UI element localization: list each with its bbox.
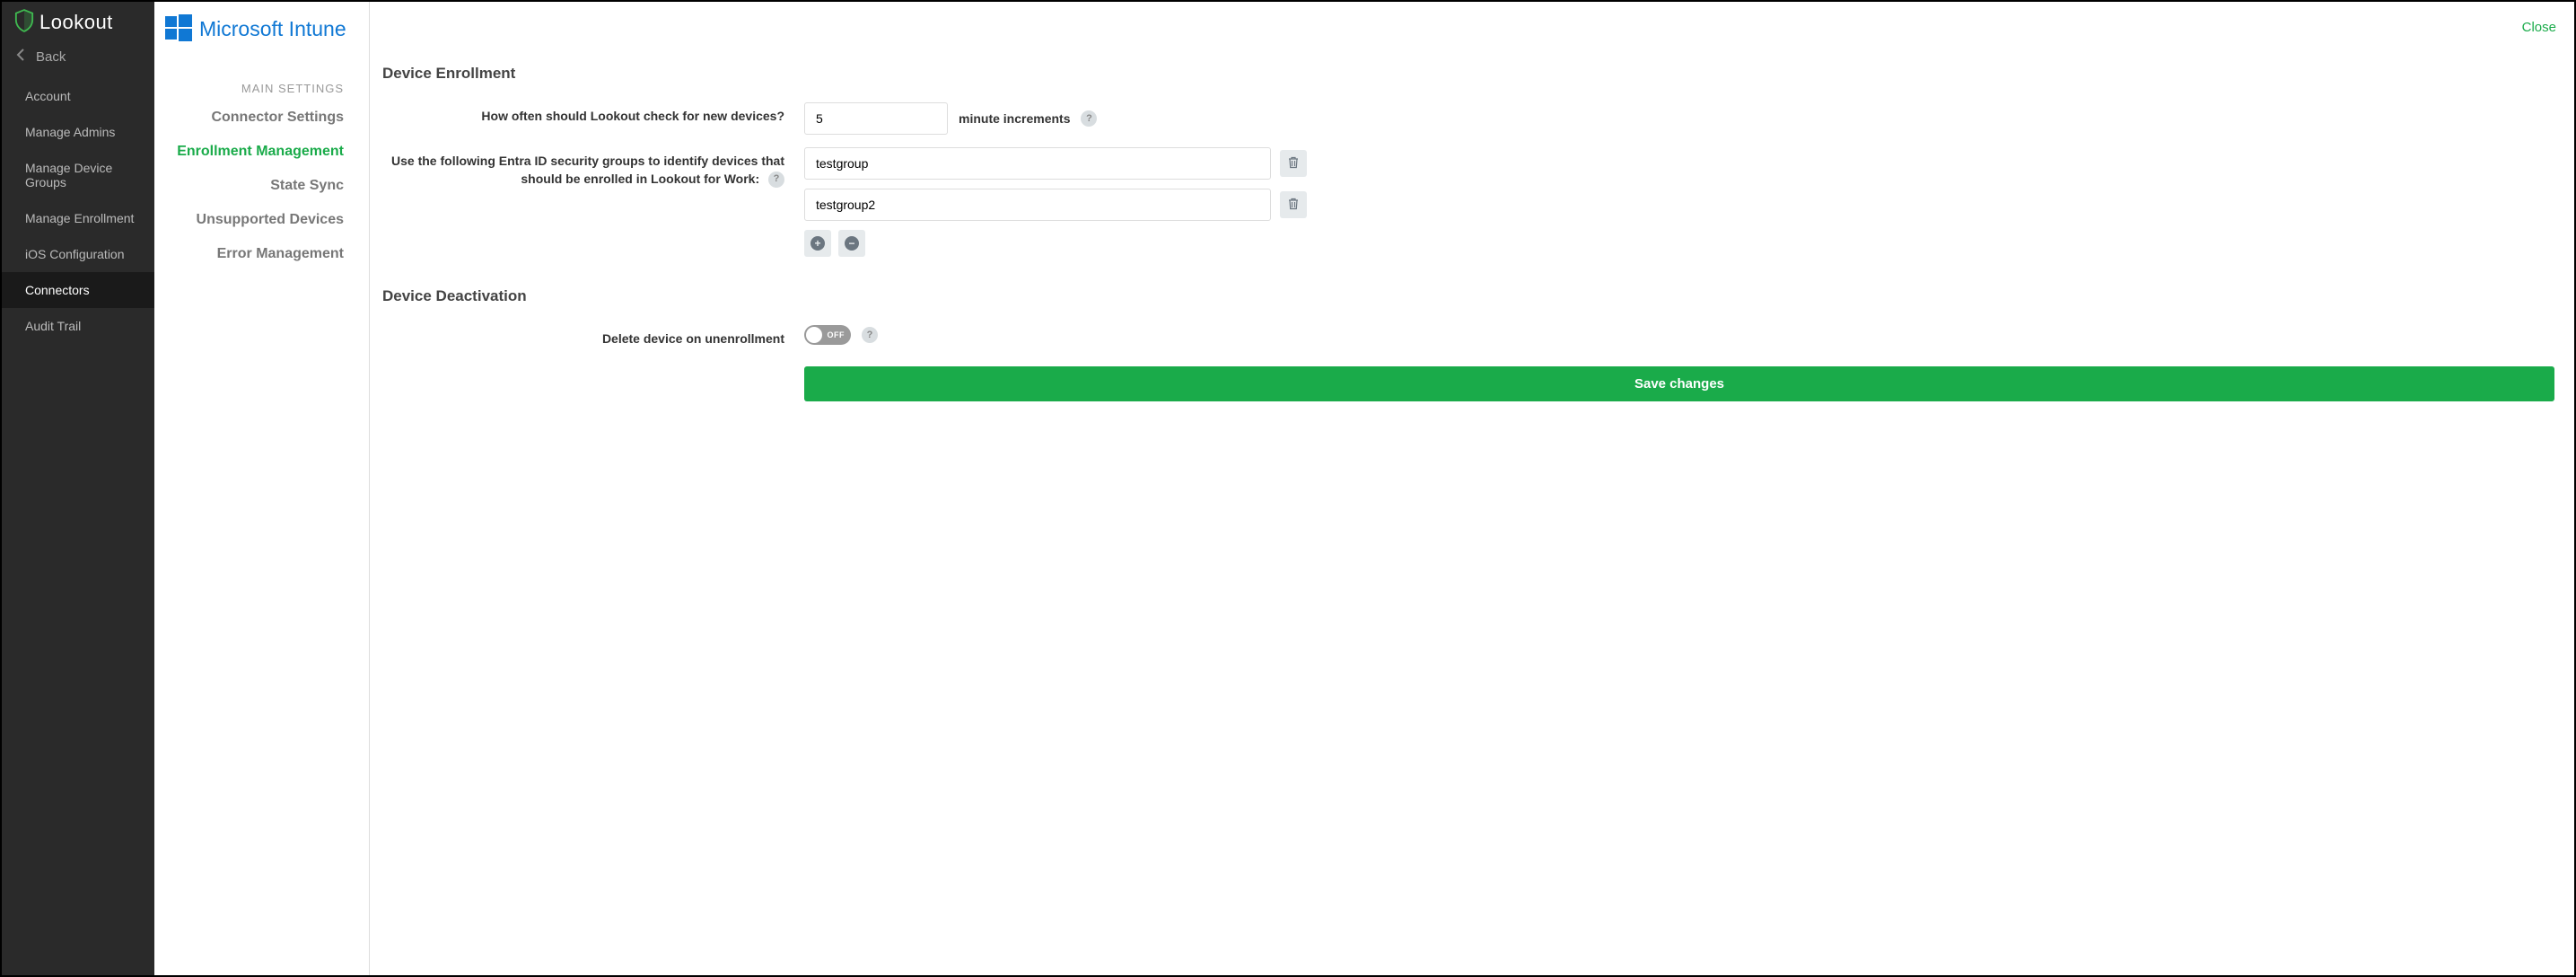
sidebar-item-manage-device-groups[interactable]: Manage Device Groups <box>2 150 154 200</box>
windows-icon <box>163 13 194 46</box>
security-groups-label: Use the following Entra ID security grou… <box>382 147 804 188</box>
secondary-item-label: State Sync <box>270 178 344 193</box>
secondary-item-label: Error Management <box>217 246 344 261</box>
save-changes-button[interactable]: Save changes <box>804 366 2554 401</box>
remove-group-button[interactable]: − <box>838 230 865 257</box>
back-button[interactable]: Back <box>2 39 154 78</box>
sidebar-item-account[interactable]: Account <box>2 78 154 114</box>
connector-title: Microsoft Intune <box>199 17 346 41</box>
close-button[interactable]: Close <box>2522 20 2556 35</box>
sidebar: Lookout Back Account Manage Admins Manag… <box>2 2 154 975</box>
check-interval-suffix: minute increments <box>959 111 1070 126</box>
sidebar-item-label: Manage Admins <box>25 125 115 139</box>
lookout-shield-icon <box>14 9 34 35</box>
sidebar-item-audit-trail[interactable]: Audit Trail <box>2 308 154 344</box>
security-group-row <box>804 189 2554 221</box>
back-label: Back <box>36 49 66 65</box>
help-icon[interactable]: ? <box>862 327 878 343</box>
add-group-button[interactable]: + <box>804 230 831 257</box>
secondary-item-unsupported-devices[interactable]: Unsupported Devices <box>154 203 369 237</box>
sidebar-item-label: Connectors <box>25 283 90 297</box>
sidebar-item-manage-enrollment[interactable]: Manage Enrollment <box>2 200 154 236</box>
sidebar-item-ios-configuration[interactable]: iOS Configuration <box>2 236 154 272</box>
secondary-item-label: Enrollment Management <box>177 144 344 159</box>
sidebar-item-manage-admins[interactable]: Manage Admins <box>2 114 154 150</box>
trash-icon <box>1287 156 1300 172</box>
check-interval-input[interactable] <box>804 102 948 135</box>
brand-name: Lookout <box>39 11 113 34</box>
secondary-item-error-management[interactable]: Error Management <box>154 237 369 271</box>
connector-header: Microsoft Intune <box>154 7 369 55</box>
security-group-input[interactable] <box>804 189 1271 221</box>
sidebar-item-label: Audit Trail <box>25 319 81 333</box>
sidebar-item-connectors[interactable]: Connectors <box>2 272 154 308</box>
help-icon[interactable]: ? <box>1081 110 1097 127</box>
secondary-item-state-sync[interactable]: State Sync <box>154 169 369 203</box>
check-interval-label: How often should Lookout check for new d… <box>382 102 804 126</box>
main-content: Close Device Enrollment How often should… <box>370 2 2574 975</box>
sidebar-item-label: Account <box>25 89 71 103</box>
security-group-row <box>804 147 2554 180</box>
sidebar-item-label: Manage Device Groups <box>25 161 112 189</box>
sidebar-item-label: Manage Enrollment <box>25 211 134 225</box>
minus-icon: − <box>845 236 859 251</box>
secondary-item-label: Unsupported Devices <box>197 212 344 227</box>
delete-group-button[interactable] <box>1280 191 1307 218</box>
delete-on-unenroll-label: Delete device on unenrollment <box>382 325 804 348</box>
delete-on-unenroll-toggle[interactable]: OFF <box>804 325 851 345</box>
plus-icon: + <box>810 236 825 251</box>
secondary-item-enrollment-management[interactable]: Enrollment Management <box>154 135 369 169</box>
toggle-knob <box>806 327 822 343</box>
secondary-item-label: Connector Settings <box>211 110 344 125</box>
toggle-state-label: OFF <box>828 330 846 339</box>
trash-icon <box>1287 198 1300 213</box>
brand-logo: Lookout <box>2 2 154 39</box>
security-group-input[interactable] <box>804 147 1271 180</box>
section-title-deactivation: Device Deactivation <box>382 287 2554 305</box>
sidebar-item-label: iOS Configuration <box>25 247 125 261</box>
help-icon[interactable]: ? <box>768 172 784 188</box>
secondary-heading: MAIN SETTINGS <box>154 55 369 101</box>
connector-nav: Microsoft Intune MAIN SETTINGS Connector… <box>154 2 370 975</box>
section-title-enrollment: Device Enrollment <box>382 65 2554 83</box>
chevron-left-icon <box>14 48 29 66</box>
delete-group-button[interactable] <box>1280 150 1307 177</box>
secondary-item-connector-settings[interactable]: Connector Settings <box>154 101 369 135</box>
